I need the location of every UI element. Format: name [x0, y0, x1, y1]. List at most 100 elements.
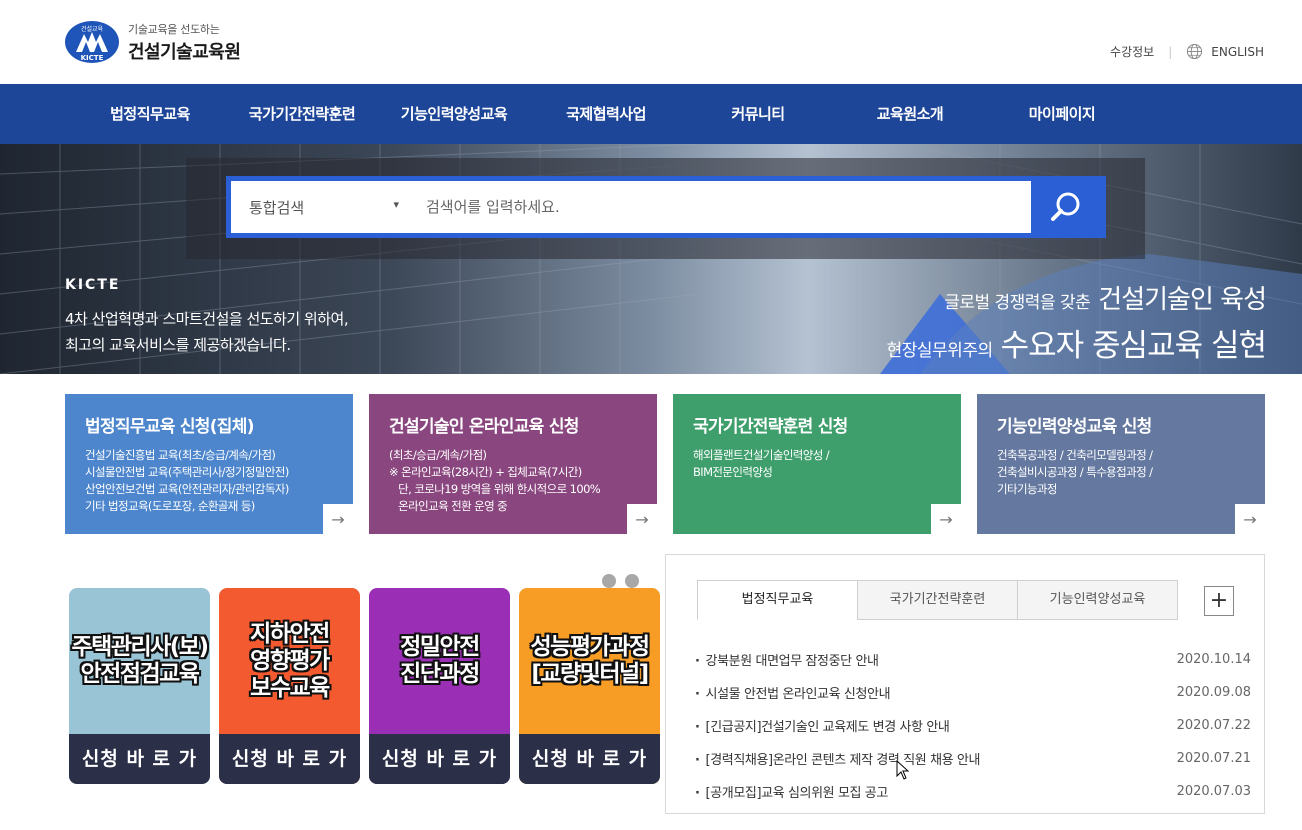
card-legal-training[interactable]: 법정직무교육 신청(집체) 건설기술진흥법 교육(최초/승급/계속/가점) 시설…: [65, 394, 353, 534]
banner-title-line: 지하안전: [250, 620, 330, 647]
slider-dot-1[interactable]: [602, 574, 616, 588]
notice-title[interactable]: 시설물 안전법 온라인교육 신청안내: [695, 683, 891, 702]
card-skilled-workforce[interactable]: 기능인력양성교육 신청 건축목공과정 / 건축리모델링과정 / 건축설비시공과정…: [977, 394, 1265, 534]
banner-title: 주택관리사(보) 안전점검교육: [69, 588, 210, 734]
apply-shortcut-button[interactable]: 신청 바 로 가 기: [519, 734, 660, 784]
hero-right2-big: 수요자 중심교육 실현: [1000, 328, 1267, 364]
card-line: 해외플랜트건설기술인력양성 /: [693, 448, 830, 462]
list-item: [긴급공지]건설기술인 교육제도 변경 사항 안내 2020.07.22: [695, 709, 1251, 742]
card-line: 건축목공과정 / 건축리모델링과정 /: [997, 448, 1153, 462]
search-category-value: 통합검색: [249, 198, 305, 217]
search-bar: 통합검색 ▾: [226, 176, 1106, 238]
list-item: [경력직채용]온라인 콘텐츠 제작 경력 직원 채용 안내 2020.07.21: [695, 742, 1251, 775]
course-info-link[interactable]: 수강정보: [1110, 43, 1154, 60]
card-title: 기능인력양성교육 신청: [997, 417, 1152, 437]
banner-performance-eval[interactable]: 성능평가과정[교량및터널] 신청 바 로 가 기: [519, 588, 660, 784]
card-line: 시설물안전법 교육(주택관리사/정기정밀안전): [85, 465, 289, 479]
banner-title-line: 성능평가과정: [530, 634, 650, 660]
card-line: 산업안전보건법 교육(안전관리자/관리감독자): [85, 482, 289, 496]
nav-item-skilled-workforce[interactable]: 기능인력양성교육: [378, 84, 530, 144]
banner-title-line: 정밀안전: [400, 634, 480, 660]
slider-dot-2[interactable]: [625, 574, 639, 588]
utility-menu: 수강정보 | ENGLISH: [1110, 43, 1264, 60]
card-line: (최초/승급/계속/가점): [389, 448, 487, 462]
card-line: 온라인교육 전환 운영 중: [389, 499, 508, 513]
nav-item-community[interactable]: 커뮤니티: [682, 84, 834, 144]
util-separator: |: [1168, 44, 1173, 59]
search-icon: [1051, 192, 1080, 221]
tab-legal-training[interactable]: 법정직무교육: [697, 580, 858, 620]
notice-title[interactable]: [경력직채용]온라인 콘텐츠 제작 경력 직원 채용 안내: [695, 749, 981, 768]
logo-badge-bottom: KICTE: [81, 54, 104, 62]
notice-title[interactable]: [긴급공지]건설기술인 교육제도 변경 사항 안내: [695, 716, 950, 735]
banner-title-line: 보수교육: [250, 674, 330, 701]
mouse-cursor-icon: [896, 760, 910, 780]
logo-badge-top: 건설교육: [81, 25, 104, 33]
nav-item-about[interactable]: 교육원소개: [834, 84, 986, 144]
arrow-right-icon[interactable]: →: [1235, 504, 1265, 534]
notice-date: 2020.07.03: [1176, 784, 1251, 799]
card-title: 법정직무교육 신청(집체): [85, 417, 254, 437]
apply-shortcut-button[interactable]: 신청 바 로 가 기: [369, 734, 510, 784]
search-input[interactable]: [411, 181, 1031, 233]
search-area: 통합검색 ▾: [186, 158, 1145, 259]
chevron-down-icon: ▾: [393, 198, 399, 211]
list-item: 시설물 안전법 온라인교육 신청안내 2020.09.08: [695, 676, 1251, 709]
search-category-select[interactable]: 통합검색 ▾: [231, 181, 411, 233]
banner-housing-manager[interactable]: 주택관리사(보)안전점검교육 신청 바 로 가 기: [69, 588, 210, 784]
card-national-strategic[interactable]: 국가기간전략훈련 신청 해외플랜트건설기술인력양성 / BIM전문인력양성 →: [673, 394, 961, 534]
promo-banners: 주택관리사(보)안전점검교육 신청 바 로 가 기 지하안전영향평가보수교육 신…: [69, 588, 660, 784]
arrow-right-icon[interactable]: →: [931, 504, 961, 534]
tab-national-strategic[interactable]: 국가기간전략훈련: [857, 580, 1018, 620]
banner-underground-safety[interactable]: 지하안전영향평가보수교육 신청 바 로 가 기: [219, 588, 360, 784]
banner-title-line: 안전점검교육: [80, 661, 200, 687]
arrow-right-icon[interactable]: →: [323, 504, 353, 534]
kicte-logo-icon: 건설교육 KICTE: [64, 20, 120, 64]
card-title: 건설기술인 온라인교육 신청: [389, 417, 579, 437]
search-button[interactable]: [1031, 181, 1101, 233]
notice-date: 2020.07.21: [1176, 751, 1251, 766]
nav-item-legal-training[interactable]: 법정직무교육: [74, 84, 226, 144]
nav-item-mypage[interactable]: 마이페이지: [986, 84, 1138, 144]
card-line: 단, 코로나19 방역을 위해 한시적으로 100%: [389, 482, 601, 496]
site-header: 건설교육 KICTE 기술교육을 선도하는 건설기술교육원 수강정보 | ENG…: [0, 0, 1302, 84]
card-line: 기타기능과정: [997, 482, 1057, 496]
hero-right2-small: 현장실무위주의: [886, 341, 993, 361]
hero-desc-line1: 4차 산업혁명과 스마트건설을 선도하기 위하여,: [65, 310, 349, 328]
main-nav: 법정직무교육 국가기간전략훈련 기능인력양성교육 국제협력사업 커뮤니티 교육원…: [0, 84, 1302, 144]
tab-skilled-workforce[interactable]: 기능인력양성교육: [1017, 580, 1178, 620]
hero-right1-small: 글로벌 경쟁력을 갖춘: [944, 293, 1091, 313]
notice-title[interactable]: [공개모집]교육 심의위원 모집 공고: [695, 782, 889, 801]
logo-subtitle: 기술교육을 선도하는: [128, 22, 220, 36]
more-plus-icon[interactable]: +: [1204, 586, 1234, 616]
notice-date: 2020.07.22: [1176, 718, 1251, 733]
notice-board: 법정직무교육 국가기간전략훈련 기능인력양성교육 + 강북분원 대면업무 잠정중…: [665, 554, 1265, 814]
arrow-right-icon[interactable]: →: [627, 504, 657, 534]
site-logo[interactable]: 건설교육 KICTE 기술교육을 선도하는 건설기술교육원: [64, 20, 241, 64]
nav-item-international[interactable]: 국제협력사업: [530, 84, 682, 144]
notice-tabs: 법정직무교육 국가기간전략훈련 기능인력양성교육: [697, 580, 1178, 620]
banner-title: 정밀안전 진단과정: [369, 588, 510, 734]
banner-title: 성능평가과정 [교량및터널]: [519, 588, 660, 734]
notice-date: 2020.09.08: [1176, 685, 1251, 700]
logo-name: 건설기술교육원: [128, 41, 241, 63]
quick-cards: 법정직무교육 신청(집체) 건설기술진흥법 교육(최초/승급/계속/가점) 시설…: [65, 394, 1265, 534]
card-title: 국가기간전략훈련 신청: [693, 417, 848, 437]
banner-title-line: 영향평가: [250, 647, 330, 674]
hero-desc-line2: 최고의 교육서비스를 제공하겠습니다.: [65, 336, 291, 354]
apply-shortcut-button[interactable]: 신청 바 로 가 기: [69, 734, 210, 784]
card-line: 건축설비시공과정 / 특수용접과정 /: [997, 465, 1153, 479]
notice-title[interactable]: 강북분원 대면업무 잠정중단 안내: [695, 650, 879, 669]
banner-title-line: 주택관리사(보): [71, 634, 209, 660]
notice-list: 강북분원 대면업무 잠정중단 안내 2020.10.14 시설물 안전법 온라인…: [695, 643, 1251, 808]
banner-title-line: 진단과정: [400, 661, 480, 687]
nav-item-national-strategic[interactable]: 국가기간전략훈련: [226, 84, 378, 144]
card-online-training[interactable]: 건설기술인 온라인교육 신청 (최초/승급/계속/가점) ※ 온라인교육(28시…: [369, 394, 657, 534]
list-item: 강북분원 대면업무 잠정중단 안내 2020.10.14: [695, 643, 1251, 676]
hero-right1-big: 건설기술인 육성: [1098, 285, 1267, 315]
hero-left-text: KICTE 4차 산업혁명과 스마트건설을 선도하기 위하여, 최고의 교육서비…: [65, 277, 349, 358]
hero-banner: 통합검색 ▾ KICTE 4차 산업혁명과 스마트건설을 선도하기 위하여, 최…: [0, 144, 1302, 374]
apply-shortcut-button[interactable]: 신청 바 로 가 기: [219, 734, 360, 784]
english-link[interactable]: ENGLISH: [1211, 45, 1264, 59]
banner-precision-safety[interactable]: 정밀안전진단과정 신청 바 로 가 기: [369, 588, 510, 784]
